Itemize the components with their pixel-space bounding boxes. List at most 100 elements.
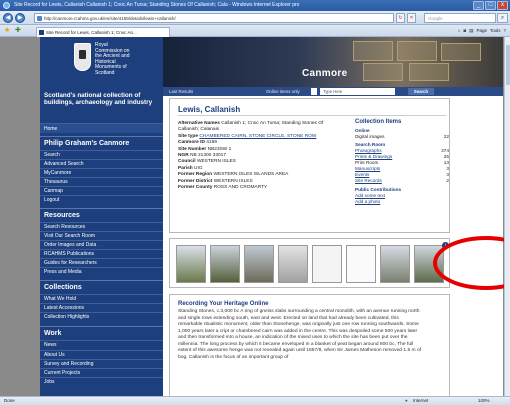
thumbnail-image[interactable] (278, 245, 308, 283)
thumbnail-image[interactable] (312, 245, 342, 283)
site-records-link[interactable]: Site Records (355, 178, 382, 184)
canmore-page: Royal Commission on the Ancient and Hist… (40, 37, 504, 396)
record-card: Lewis, Callanish Alternative Names Calla… (169, 98, 450, 233)
nav-news[interactable]: News (40, 340, 163, 349)
nav-search-resources[interactable]: Search Resources (40, 222, 163, 231)
alt-names-row: Alternative Names Callanish 1; Cnoc An T… (178, 121, 338, 134)
nav-guides[interactable]: Guides for Researchers (40, 258, 163, 267)
org-name: Royal Commission on the Ancient and Hist… (95, 42, 130, 76)
internet-explorer-icon (3, 2, 10, 9)
back-button[interactable]: ◀ (3, 13, 13, 23)
tools-menu[interactable]: Tools (490, 27, 501, 35)
address-buttons: ↻ ✕ (396, 13, 416, 23)
image-strip: › (169, 238, 450, 288)
online-items-label: Online items only (266, 89, 300, 94)
divider (178, 115, 446, 116)
site-type-label: Site type (178, 133, 198, 139)
address-field[interactable]: http://canmore.rcahms.gov.uk/en/site/415… (34, 13, 394, 23)
banner-photo (353, 41, 493, 83)
nav-jobs[interactable]: Jobs (40, 377, 163, 386)
tab-label: Site Record for Lewis, Callanish 1; Cnoc… (46, 30, 137, 35)
nav-thesaurus[interactable]: Thesaurus (40, 177, 163, 186)
forward-button[interactable]: ▶ (15, 13, 25, 23)
nav-logout[interactable]: Logout (40, 195, 163, 204)
nav-survey-recording[interactable]: Survey and Recording (40, 359, 163, 368)
nav-about-us[interactable]: About Us (40, 350, 163, 359)
site-type-link[interactable]: CHAMBERED CAIRN, STONE CIRCLE, STONE ROW (199, 134, 316, 139)
page-icon (37, 16, 42, 21)
thumbnail-image[interactable] (380, 245, 410, 283)
site-search-button[interactable]: Search (408, 88, 434, 95)
nav-search[interactable]: Search (40, 150, 163, 159)
nav-home[interactable]: Home (40, 123, 163, 133)
nav-heading-resources: Resources (40, 208, 163, 222)
status-text: Done (4, 398, 15, 403)
nav-visit-search-room[interactable]: Visit Our Search Room (40, 231, 163, 240)
nav-heading-collections: Collections (40, 280, 163, 294)
search-subbar: Last Results Online items only Type Here… (163, 87, 503, 96)
nav-publications[interactable]: RCAHMS Publications (40, 249, 163, 258)
vertical-scrollbar[interactable] (504, 37, 510, 396)
record-facts: Alternative Names Callanish 1; Cnoc An T… (178, 121, 338, 191)
thumbnail-image[interactable] (346, 245, 376, 283)
search-button[interactable]: ⌕ (497, 13, 508, 23)
maximize-button[interactable]: □ (485, 1, 496, 10)
site-search-input[interactable]: Type Here (320, 88, 395, 95)
nav-advanced-search[interactable]: Advanced Search (40, 159, 163, 168)
feeds-icon[interactable]: ◙ (463, 27, 466, 35)
tab-bar: ★ ✚ Site Record for Lewis, Callanish 1; … (0, 25, 510, 37)
nav-press[interactable]: Press and Media (40, 267, 163, 276)
header-banner: Canmore (163, 37, 503, 87)
fact-row: Former County ROSS AND CROMARTY (178, 185, 268, 191)
add-photo-link[interactable]: Add a photo (355, 199, 380, 205)
refresh-button[interactable]: ↻ (396, 13, 405, 23)
nav-what-we-hold[interactable]: What We Hold (40, 294, 163, 303)
main-content: Lewis, Callanish Alternative Names Calla… (169, 98, 504, 396)
collection-row: Digital images 22 (355, 134, 449, 139)
nav-latest-accessions[interactable]: Latest Accessions (40, 303, 163, 312)
help-icon[interactable]: ? (503, 27, 506, 35)
add-favorites-icon[interactable]: ✚ (15, 27, 21, 35)
favorites-star-icon[interactable]: ★ (4, 27, 10, 35)
zoom-level[interactable]: 100% (478, 397, 490, 405)
internet-zone-icon: ● (405, 398, 408, 403)
browser-tab[interactable]: Site Record for Lewis, Callanish 1; Cnoc… (36, 27, 170, 37)
minimize-button[interactable]: _ (473, 1, 484, 10)
nav-current-projects[interactable]: Current Projects (40, 368, 163, 377)
sidebar: Royal Commission on the Ancient and Hist… (40, 37, 163, 396)
window-controls: _ □ x (473, 1, 508, 10)
thumbnail-image[interactable] (210, 245, 240, 283)
royal-crest-icon (74, 43, 91, 71)
address-toolbar: ◀ ▶ http://canmore.rcahms.gov.uk/en/site… (0, 11, 510, 25)
site-tagline: Scotland's national collection of buildi… (44, 92, 153, 106)
last-results-link[interactable]: Last Results (169, 87, 193, 96)
nav-heading-canmore: Philip Graham's Canmore (40, 136, 163, 150)
collection-items-panel: Collection Items Online Digital images 22… (355, 119, 449, 205)
close-button[interactable]: x (497, 1, 508, 10)
page-viewport: Royal Commission on the Ancient and Hist… (0, 37, 504, 396)
heritage-article: Recording Your Heritage Online Standing … (169, 294, 450, 396)
address-url: http://canmore.rcahms.gov.uk/en/site/415… (44, 16, 176, 21)
collection-heading: Collection Items (355, 119, 402, 125)
record-title: Lewis, Callanish (178, 105, 241, 114)
thumbnail-image[interactable] (244, 245, 274, 283)
search-input[interactable]: Google (424, 13, 496, 23)
status-bar: Done ● Internet 100% (0, 396, 510, 405)
collection-row: Site Records 2 (355, 178, 449, 184)
contribution-row: Add a photo (355, 199, 449, 205)
nav-collection-highlights[interactable]: Collection Highlights (40, 312, 163, 321)
zone-label: Internet (413, 398, 429, 403)
online-items-checkbox[interactable] (311, 88, 317, 95)
nav-order-images[interactable]: Order Images and Data (40, 240, 163, 249)
page-menu[interactable]: Page (476, 27, 487, 35)
window-title: Site Record for Lewis, Callanish Callani… (14, 2, 300, 8)
nav-canmap[interactable]: Canmap (40, 186, 163, 195)
thumbnail-image[interactable] (176, 245, 206, 283)
scrollbar-thumb[interactable] (506, 45, 510, 85)
window-titlebar: Site Record for Lewis, Callanish Callani… (0, 0, 510, 11)
stop-button[interactable]: ✕ (407, 13, 416, 23)
nav-mycanmore[interactable]: MyCanmore (40, 168, 163, 177)
print-icon[interactable]: ▤ (469, 27, 473, 35)
logo-area[interactable]: Royal Commission on the Ancient and Hist… (40, 37, 163, 87)
home-icon[interactable]: ⌂ (458, 27, 461, 35)
